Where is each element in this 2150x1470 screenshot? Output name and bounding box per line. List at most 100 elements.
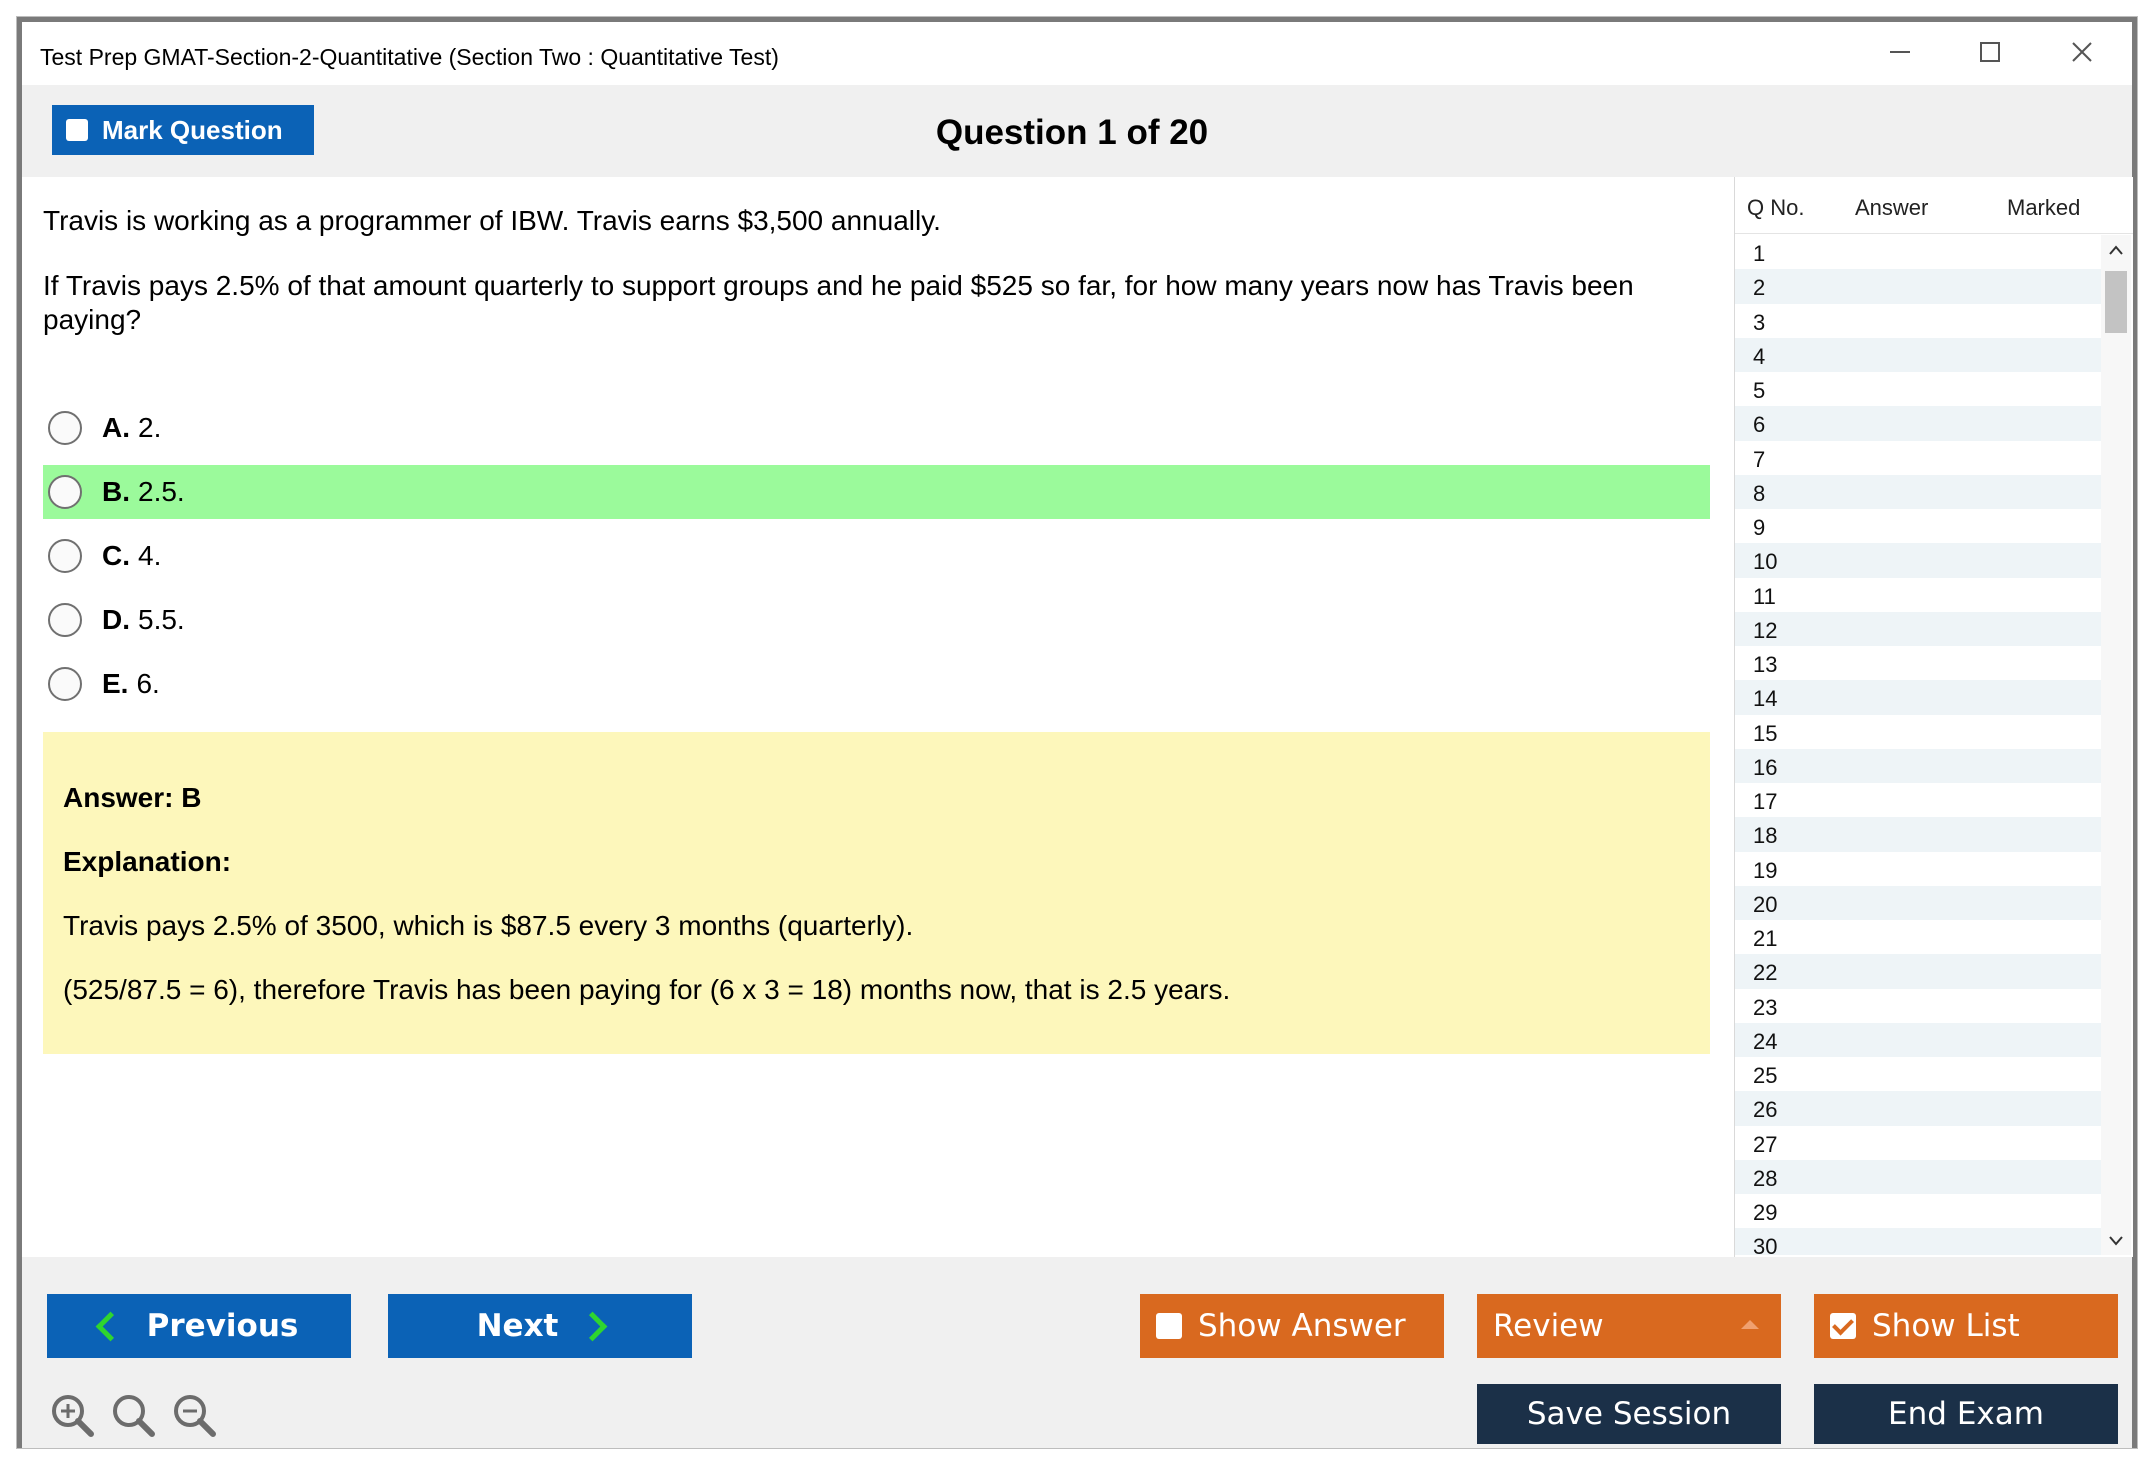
question-number: 4 (1753, 343, 1766, 369)
scrollbar-thumb[interactable] (2105, 271, 2127, 333)
question-list-row[interactable]: 19 (1735, 852, 2101, 886)
question-list-row[interactable]: 29 (1735, 1194, 2101, 1228)
question-list-row[interactable]: 13 (1735, 646, 2101, 680)
save-session-button[interactable]: Save Session (1477, 1384, 1781, 1444)
scroll-up-button[interactable] (2101, 235, 2131, 265)
question-number: 2 (1753, 275, 1766, 301)
title-bar: Test Prep GMAT-Section-2-Quantitative (S… (22, 22, 2132, 85)
answer-explanation-box: Answer: B Explanation: Travis pays 2.5% … (43, 732, 1710, 1054)
zoom-out-button[interactable] (171, 1392, 217, 1438)
question-number: 1 (1753, 241, 1766, 266)
radio-button[interactable] (48, 667, 82, 701)
question-number: 28 (1753, 1165, 1778, 1191)
next-button[interactable]: Next (388, 1294, 692, 1358)
option-letter: E. (102, 668, 129, 699)
question-list-row[interactable]: 5 (1735, 372, 2101, 406)
zoom-in-button[interactable] (49, 1392, 95, 1438)
column-q-no[interactable]: Q No. (1747, 195, 1804, 221)
option-b[interactable]: B. 2.5. (43, 465, 1710, 519)
question-list-row[interactable]: 30 (1735, 1228, 2101, 1255)
option-text: 2. (138, 412, 162, 443)
question-number: 27 (1753, 1131, 1778, 1157)
question-list-row[interactable]: 28 (1735, 1159, 2101, 1194)
app-window: Test Prep GMAT-Section-2-Quantitative (S… (17, 17, 2137, 1448)
question-list-row[interactable]: 10 (1735, 543, 2101, 578)
show-answer-button[interactable]: Show Answer (1140, 1294, 1444, 1358)
question-list-row[interactable]: 18 (1735, 817, 2101, 852)
question-list-row[interactable]: 11 (1735, 578, 2101, 612)
show-list-label: Show List (1872, 1308, 2020, 1344)
question-list-panel: Q No. Answer Marked 1 2 3 4 5 6 7 8 9 10 11 12 13 14 1… (1734, 177, 2133, 1257)
end-exam-label: End Exam (1888, 1396, 2044, 1432)
question-list-row[interactable]: 4 (1735, 337, 2101, 372)
radio-button[interactable] (48, 475, 82, 509)
question-list-row[interactable]: 25 (1735, 1057, 2101, 1091)
minimize-button[interactable] (1870, 30, 1930, 74)
question-number: 10 (1753, 549, 1778, 575)
question-list-row[interactable]: 1 (1735, 235, 2101, 269)
option-e[interactable]: E. 6. (43, 657, 1710, 711)
maximize-button[interactable] (1960, 30, 2020, 74)
option-d[interactable]: D. 5.5. (43, 593, 1710, 647)
column-answer[interactable]: Answer (1855, 195, 1928, 221)
question-list-row[interactable]: 16 (1735, 748, 2101, 783)
question-number: 18 (1753, 823, 1778, 849)
question-number: 15 (1753, 720, 1778, 746)
question-list-row[interactable]: 14 (1735, 680, 2101, 715)
question-list-header: Q No. Answer Marked (1735, 177, 2133, 234)
option-letter: D. (102, 604, 130, 635)
end-exam-button[interactable]: End Exam (1814, 1384, 2118, 1444)
question-list-row[interactable]: 27 (1735, 1126, 2101, 1160)
question-list-row[interactable]: 26 (1735, 1091, 2101, 1126)
question-number: 13 (1753, 652, 1778, 677)
previous-label: Previous (146, 1308, 299, 1344)
question-number: 21 (1753, 926, 1778, 951)
question-list-row[interactable]: 24 (1735, 1022, 2101, 1057)
footer-toolbar: Previous Next Show Answer Review Show Li… (22, 1257, 2132, 1448)
question-list-row[interactable]: 15 (1735, 715, 2101, 749)
question-list-row[interactable]: 2 (1735, 269, 2101, 304)
zoom-reset-button[interactable] (110, 1392, 156, 1438)
question-list-row[interactable]: 17 (1735, 783, 2101, 817)
previous-button[interactable]: Previous (47, 1294, 351, 1358)
question-list-row[interactable]: 8 (1735, 474, 2101, 509)
close-button[interactable] (2052, 30, 2112, 74)
radio-button[interactable] (48, 539, 82, 573)
option-text: 5.5. (138, 604, 185, 635)
show-list-button[interactable]: Show List (1814, 1294, 2118, 1358)
scroll-down-button[interactable] (2101, 1225, 2131, 1255)
question-list-row[interactable]: 3 (1735, 304, 2101, 338)
column-marked[interactable]: Marked (2007, 195, 2080, 221)
question-list-row[interactable]: 6 (1735, 406, 2101, 441)
list-scrollbar[interactable] (2101, 235, 2131, 1255)
question-list-row[interactable]: 20 (1735, 885, 2101, 920)
explanation-label: Explanation: (63, 846, 232, 877)
review-label: Review (1493, 1308, 1604, 1344)
window-title: Test Prep GMAT-Section-2-Quantitative (S… (40, 44, 779, 70)
zoom-out-icon (174, 1395, 216, 1437)
option-text: 4. (138, 540, 162, 571)
close-icon (2072, 42, 2092, 62)
question-list-row[interactable]: 23 (1735, 989, 2101, 1023)
question-list-row[interactable]: 12 (1735, 611, 2101, 646)
question-list-row[interactable]: 22 (1735, 954, 2101, 989)
option-a[interactable]: A. 2. (43, 401, 1710, 455)
question-number: 17 (1753, 789, 1778, 814)
question-text-line-1: Travis is working as a programmer of IBW… (43, 205, 941, 236)
question-header: Mark Question Question 1 of 20 (22, 85, 2132, 177)
question-list-row[interactable]: 7 (1735, 441, 2101, 475)
chevron-down-icon (2109, 1236, 2123, 1246)
question-list-row[interactable]: 9 (1735, 509, 2101, 543)
radio-button[interactable] (48, 411, 82, 445)
checkbox-icon (1156, 1313, 1182, 1339)
question-number: 16 (1753, 754, 1778, 780)
question-list-row[interactable]: 21 (1735, 920, 2101, 954)
maximize-icon (1980, 42, 2000, 62)
review-dropdown[interactable]: Review (1477, 1294, 1781, 1358)
radio-button[interactable] (48, 603, 82, 637)
question-number: 5 (1753, 378, 1766, 403)
question-number: 19 (1753, 857, 1778, 883)
option-c[interactable]: C. 4. (43, 529, 1710, 583)
chevron-left-icon (95, 1311, 126, 1341)
option-text: 6. (136, 668, 160, 699)
